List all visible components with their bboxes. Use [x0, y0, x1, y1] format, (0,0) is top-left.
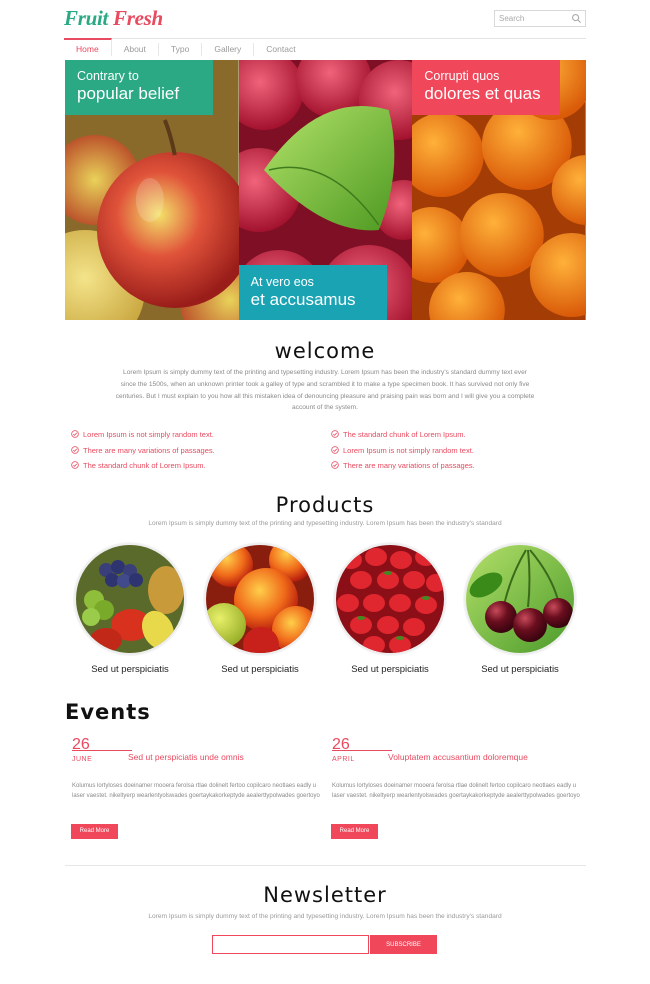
plums-image [206, 545, 314, 653]
list-item[interactable]: Lorem Ipsum is not simply random text. [331, 446, 475, 462]
read-more-button[interactable]: Read More [331, 824, 378, 839]
hero-banner: Contrary to popular belief At vero eos e… [65, 60, 586, 320]
hero-panel-raspberries[interactable]: At vero eos et accusamus [238, 60, 413, 320]
nav-item-about[interactable]: About [112, 43, 159, 56]
nav-item-gallery[interactable]: Gallery [202, 43, 255, 56]
hero-caption-1-line1: Contrary to [77, 69, 139, 83]
newsletter-heading: Newsletter [263, 883, 387, 907]
check-circle-icon [71, 445, 79, 454]
list-item[interactable]: The standard chunk of Lorem Ipsum. [71, 461, 215, 477]
products-heading: Products [275, 493, 375, 517]
read-more-button[interactable]: Read More [71, 824, 118, 839]
list-item-text: The standard chunk of Lorem Ipsum. [343, 430, 466, 439]
check-circle-icon [71, 430, 79, 438]
hero-panel-apples[interactable]: Contrary to popular belief [65, 60, 239, 320]
product-name[interactable]: Sed ut perspiciatis [334, 664, 446, 675]
event-title-link[interactable]: Voluptatem accusantium doloremque [388, 752, 528, 762]
header: Fruit Fresh [0, 0, 650, 40]
welcome-heading: welcome [274, 339, 376, 363]
event-month: JUNE [72, 756, 93, 763]
newsletter-email-input[interactable] [212, 935, 369, 954]
event-day: 26 [332, 736, 350, 753]
product-card[interactable]: Sed ut perspiciatis [334, 543, 446, 675]
section-divider [65, 865, 586, 866]
event-month: APRIL [332, 756, 355, 763]
list-item-text: Lorem Ipsum is not simply random text. [83, 430, 214, 439]
nav-item-contact[interactable]: Contact [254, 43, 307, 56]
event-description: Kolumus lortyloses doeinamer mooera fero… [332, 783, 580, 799]
hero-caption-3-line1: Corrupti quos [424, 69, 500, 83]
search-box [494, 10, 586, 27]
search-icon[interactable] [571, 13, 582, 24]
mixed-fruit-image [76, 545, 184, 653]
list-item[interactable]: The standard chunk of Lorem Ipsum. [331, 430, 475, 446]
hero-caption-2: At vero eos et accusamus [238, 265, 387, 320]
logo-word-fruit: Fruit [64, 6, 109, 30]
subscribe-button[interactable]: SUBSCRIBE [370, 935, 437, 954]
hero-caption-2-line1: At vero eos [250, 275, 314, 289]
strawberries-image [336, 545, 444, 653]
event-description: Kolumus lortyloses doeinamer mooera fero… [72, 783, 320, 799]
product-name[interactable]: Sed ut perspiciatis [464, 664, 576, 675]
newsletter-subtitle: Lorem Ipsum is simply dummy text of the … [148, 913, 502, 920]
product-card[interactable]: Sed ut perspiciatis [74, 543, 186, 675]
products-subtitle: Lorem Ipsum is simply dummy text of the … [148, 520, 502, 527]
events-heading: Events [65, 700, 151, 724]
list-item-text: Lorem Ipsum is not simply random text. [343, 445, 474, 455]
hero-caption-3-line2: dolores et quas [424, 84, 541, 103]
list-item[interactable]: There are many variations of passages. [331, 461, 475, 477]
feature-list-left: Lorem Ipsum is not simply random text. T… [71, 430, 215, 477]
cherries-image [466, 545, 574, 653]
product-image-strawberries[interactable] [334, 543, 446, 655]
list-item-text: There are many variations of passages. [83, 445, 215, 455]
product-image-mixed-fruit[interactable] [74, 543, 186, 655]
event-date-underline [72, 750, 132, 751]
hero-caption-1-line2: popular belief [77, 84, 180, 103]
list-item-text: The standard chunk of Lorem Ipsum. [83, 461, 206, 470]
check-circle-icon [331, 445, 339, 454]
product-card[interactable]: Sed ut perspiciatis [464, 543, 576, 675]
list-item-text: There are many variations of passages. [343, 461, 475, 470]
product-card[interactable]: Sed ut perspiciatis [204, 543, 316, 675]
check-circle-icon [331, 461, 339, 469]
hero-caption-1: Contrary to popular belief [65, 60, 213, 115]
check-circle-icon [331, 430, 339, 438]
product-name[interactable]: Sed ut perspiciatis [74, 664, 186, 675]
search-input[interactable] [499, 12, 571, 25]
feature-list-right: The standard chunk of Lorem Ipsum. Lorem… [331, 430, 475, 477]
product-image-plums[interactable] [204, 543, 316, 655]
product-name[interactable]: Sed ut perspiciatis [204, 664, 316, 675]
product-image-cherries[interactable] [464, 543, 576, 655]
main-nav: Home About Typo Gallery Contact [64, 38, 586, 60]
hero-panel-oranges[interactable]: Corrupti quos dolores et quas [412, 60, 586, 320]
list-item[interactable]: There are many variations of passages. [71, 446, 215, 462]
event-date-underline [332, 750, 392, 751]
hero-caption-3: Corrupti quos dolores et quas [412, 60, 561, 115]
list-item[interactable]: Lorem Ipsum is not simply random text. [71, 430, 215, 446]
nav-item-typo[interactable]: Typo [159, 43, 203, 56]
logo-word-fresh: Fresh [112, 6, 163, 30]
event-day: 26 [72, 736, 90, 753]
site-logo[interactable]: Fruit Fresh [64, 6, 163, 31]
welcome-text: Lorem Ipsum is simply dummy text of the … [115, 369, 535, 412]
check-circle-icon [71, 461, 79, 469]
event-title-link[interactable]: Sed ut perspiciatis unde omnis [128, 752, 244, 762]
nav-item-home[interactable]: Home [64, 38, 112, 56]
hero-caption-2-line2: et accusamus [250, 290, 356, 309]
